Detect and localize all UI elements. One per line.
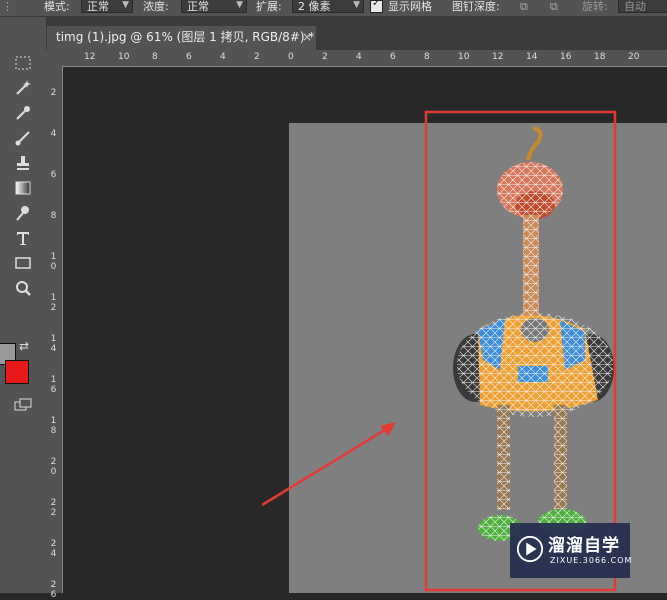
expand-value: 2 像素 <box>298 0 331 13</box>
document-tab[interactable]: timg (1).jpg @ 61% (图层 1 拷贝, RGB/8#) * × <box>46 26 316 50</box>
ruler-h-label: 0 <box>288 52 294 62</box>
horizontal-ruler[interactable]: 12 10 8 6 4 2 0 2 4 6 8 10 12 14 16 18 20 <box>62 50 667 67</box>
show-mesh-checkbox[interactable] <box>370 0 383 13</box>
ruler-h-label: 8 <box>424 52 430 62</box>
magic-wand-tool[interactable] <box>10 77 36 99</box>
chevron-down-icon: ▼ <box>236 0 243 10</box>
ruler-h-label: 8 <box>152 52 158 62</box>
ruler-v-label: 6 <box>50 170 57 180</box>
ruler-h-label: 4 <box>220 52 226 62</box>
background-color-swatch[interactable] <box>5 360 29 384</box>
eyedropper-tool[interactable] <box>10 102 36 124</box>
options-bar: ⋮ 模式: 正常 ▼ 浓度: 正常 ▼ 扩展: 2 像素 ▼ 显示网格 图钉深度… <box>0 0 667 17</box>
ruler-h-label: 10 <box>118 52 130 62</box>
zoom-tool[interactable] <box>10 277 36 299</box>
layer-depth-label: 图钉深度: <box>452 0 500 13</box>
mode-label: 模式: <box>44 0 70 13</box>
ruler-h-label: 4 <box>356 52 362 62</box>
rotate-label: 旋转: <box>582 0 608 13</box>
ruler-v-label: 2 6 <box>50 580 57 600</box>
ruler-v-label: 1 4 <box>50 334 57 354</box>
watermark-title: 溜溜自学 <box>548 536 620 556</box>
quick-mask-button[interactable] <box>14 397 32 411</box>
ruler-h-label: 20 <box>628 52 640 62</box>
type-icon <box>17 232 29 245</box>
expand-label: 扩展: <box>256 0 282 13</box>
clone-stamp-tool[interactable] <box>10 152 36 174</box>
ruler-h-label: 16 <box>560 52 572 62</box>
pin-forward-icon[interactable]: ⧉ <box>520 0 528 16</box>
swap-colors-icon[interactable]: ⇄ <box>19 339 29 353</box>
ruler-v-label: 2 4 <box>50 539 57 559</box>
ruler-h-label: 2 <box>254 52 260 62</box>
ruler-h-label: 10 <box>458 52 470 62</box>
ruler-v-label: 1 0 <box>50 252 57 272</box>
mode-dropdown[interactable]: 正常 ▼ <box>81 0 133 13</box>
watermark-subtitle: ZIXUE.3066.COM <box>550 556 633 565</box>
marquee-icon <box>15 56 31 70</box>
ruler-h-label: 18 <box>594 52 606 62</box>
document-tab-title: timg (1).jpg @ 61% (图层 1 拷贝, RGB/8#) * <box>56 30 315 44</box>
ruler-corner <box>46 50 63 67</box>
screen-mode-icon <box>14 398 32 411</box>
ruler-v-label: 2 <box>50 88 57 98</box>
density-dropdown[interactable]: 正常 ▼ <box>181 0 247 13</box>
ruler-h-label: 6 <box>186 52 192 62</box>
ruler-h-label: 14 <box>526 52 538 62</box>
rectangle-tool[interactable] <box>10 252 36 274</box>
document-tab-bar: timg (1).jpg @ 61% (图层 1 拷贝, RGB/8#) * × <box>46 17 667 50</box>
pin-backward-icon[interactable]: ⧉ <box>550 0 558 16</box>
close-icon[interactable]: × <box>302 26 312 48</box>
expand-dropdown[interactable]: 2 像素 ▼ <box>292 0 364 13</box>
chevron-down-icon: ▼ <box>122 0 129 10</box>
vertical-ruler[interactable]: 2 4 6 8 1 0 1 2 1 4 1 6 1 8 2 0 2 2 2 4 2 6 <box>46 66 63 600</box>
gradient-icon <box>15 181 31 195</box>
ruler-h-label: 12 <box>492 52 504 62</box>
smudge-tool[interactable] <box>10 202 36 224</box>
magic-wand-icon <box>16 80 31 95</box>
rectangle-icon <box>15 257 31 269</box>
tools-panel: ⇄ <box>0 17 47 593</box>
chevron-down-icon: ▼ <box>353 0 360 10</box>
density-label: 浓度: <box>143 0 169 13</box>
gradient-tool[interactable] <box>10 177 36 199</box>
brush-icon <box>15 131 30 146</box>
ruler-h-label: 12 <box>84 52 96 62</box>
smudge-icon <box>16 206 29 221</box>
watermark: 溜溜自学 ZIXUE.3066.COM <box>510 523 633 578</box>
ruler-v-label: 2 0 <box>50 457 57 477</box>
marquee-tool[interactable] <box>10 52 36 74</box>
show-mesh-label: 显示网格 <box>388 0 432 13</box>
brush-tool[interactable] <box>10 127 36 149</box>
rotate-value: 自动 <box>624 0 646 13</box>
zoom-icon <box>16 281 31 296</box>
density-value: 正常 <box>187 0 209 13</box>
play-logo-icon <box>516 535 544 563</box>
ruler-v-label: 1 8 <box>50 416 57 436</box>
ruler-v-label: 8 <box>50 211 57 221</box>
type-tool[interactable] <box>10 227 36 249</box>
eyedropper-icon <box>16 106 30 120</box>
mode-value: 正常 <box>87 0 109 13</box>
ruler-h-label: 2 <box>322 52 328 62</box>
ruler-v-label: 2 2 <box>50 498 57 518</box>
clone-stamp-icon <box>17 156 29 170</box>
rotate-dropdown[interactable]: 自动 <box>618 0 667 13</box>
ruler-v-label: 1 2 <box>50 293 57 313</box>
ruler-v-label: 4 <box>50 129 57 139</box>
ruler-v-label: 1 6 <box>50 375 57 395</box>
options-grip: ⋮ <box>2 0 13 13</box>
ruler-h-label: 6 <box>390 52 396 62</box>
